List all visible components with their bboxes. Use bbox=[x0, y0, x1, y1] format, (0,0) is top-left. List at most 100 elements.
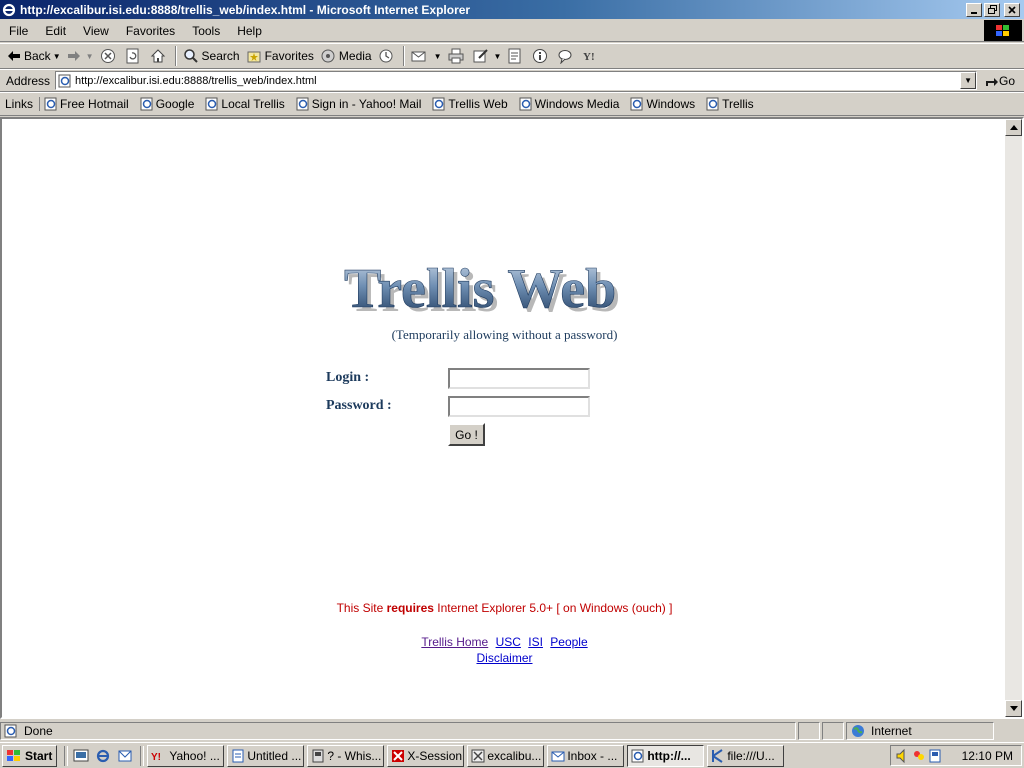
mail-icon bbox=[411, 51, 426, 62]
taskbar-separator bbox=[140, 745, 145, 766]
task-ie-active[interactable]: http://... bbox=[627, 744, 705, 767]
menu-file[interactable]: File bbox=[0, 24, 36, 38]
links-bar: Links Free Hotmail Google Local Trellis … bbox=[0, 92, 1024, 116]
task-x-session[interactable]: X-Session bbox=[387, 744, 465, 767]
show-desktop-icon bbox=[73, 749, 89, 761]
quicklaunch-ie[interactable] bbox=[93, 746, 113, 766]
password-input[interactable] bbox=[448, 396, 590, 417]
task-label: excalibu... bbox=[487, 748, 542, 763]
page-icon bbox=[58, 74, 71, 87]
submit-go-button[interactable]: Go ! bbox=[448, 423, 485, 446]
notepad-icon bbox=[232, 749, 244, 762]
menu-help[interactable]: Help bbox=[228, 24, 270, 38]
task-untitled[interactable]: Untitled ... bbox=[227, 744, 305, 767]
edit-dropdown-icon[interactable]: ▼ bbox=[494, 52, 502, 61]
menu-tools[interactable]: Tools bbox=[183, 24, 228, 38]
stop-icon bbox=[100, 49, 115, 63]
forward-dropdown-icon[interactable]: ▼ bbox=[86, 52, 94, 61]
print-button[interactable] bbox=[445, 45, 470, 67]
address-bar: Address http://excalibur.isi.edu:8888/tr… bbox=[0, 69, 1024, 92]
link-windows[interactable]: Windows bbox=[630, 97, 695, 111]
start-button[interactable]: Start bbox=[2, 744, 58, 767]
requirement-emphasis: requires bbox=[386, 601, 434, 615]
task-excalibur[interactable]: excalibu... bbox=[467, 744, 545, 767]
login-input[interactable] bbox=[448, 368, 590, 389]
research-button[interactable] bbox=[529, 45, 554, 67]
link-free-hotmail[interactable]: Free Hotmail bbox=[44, 97, 129, 111]
quicklaunch-outlook[interactable] bbox=[115, 746, 135, 766]
search-button[interactable]: Search bbox=[180, 45, 243, 67]
mail-dropdown-icon[interactable]: ▼ bbox=[434, 52, 442, 61]
address-dropdown-button[interactable]: ▼ bbox=[960, 72, 977, 89]
requirement-suffix: Internet Explorer 5.0+ [ on Windows (ouc… bbox=[433, 601, 673, 615]
favorites-button[interactable]: Favorites bbox=[243, 45, 317, 67]
address-url[interactable]: http://excalibur.isi.edu:8888/trellis_we… bbox=[75, 75, 960, 87]
task-inbox[interactable]: Inbox - ... bbox=[547, 744, 625, 767]
edit-button[interactable]: ▼ bbox=[470, 45, 505, 67]
refresh-button[interactable] bbox=[122, 45, 147, 67]
back-arrow-icon bbox=[8, 51, 20, 61]
forward-button[interactable]: ▼ bbox=[64, 45, 97, 67]
volume-icon[interactable] bbox=[895, 748, 911, 764]
window-title: http://excalibur.isi.edu:8888/trellis_we… bbox=[20, 2, 471, 17]
page-icon bbox=[205, 97, 218, 111]
discuss-button[interactable] bbox=[504, 45, 529, 67]
mail-button[interactable]: ▼ bbox=[408, 45, 445, 67]
title-bar[interactable]: http://excalibur.isi.edu:8888/trellis_we… bbox=[0, 0, 1024, 19]
link-label: Windows Media bbox=[534, 97, 620, 111]
go-navigate-button[interactable]: Go bbox=[977, 74, 1019, 88]
vertical-scrollbar[interactable] bbox=[1005, 119, 1022, 717]
back-button[interactable]: Back ▼ bbox=[4, 45, 64, 67]
task-file-browser[interactable]: file:///U... bbox=[707, 744, 785, 767]
link-local-trellis[interactable]: Local Trellis bbox=[205, 97, 285, 111]
media-button[interactable]: Media bbox=[317, 45, 375, 67]
go-arrow-icon bbox=[986, 77, 999, 86]
minimize-button[interactable] bbox=[966, 2, 982, 17]
menu-favorites[interactable]: Favorites bbox=[117, 24, 183, 38]
discuss-icon bbox=[508, 48, 521, 64]
clock[interactable]: 12:10 PM bbox=[962, 749, 1013, 763]
scroll-down-button[interactable] bbox=[1005, 700, 1022, 717]
link-google[interactable]: Google bbox=[140, 97, 194, 111]
link-yahoo-mail[interactable]: Sign in - Yahoo! Mail bbox=[296, 97, 422, 111]
trellis-home-link[interactable]: Trellis Home bbox=[421, 635, 488, 649]
messenger-tray-icon[interactable] bbox=[911, 748, 927, 764]
link-label: Sign in - Yahoo! Mail bbox=[311, 97, 422, 111]
application-icon bbox=[312, 749, 324, 762]
back-dropdown-icon[interactable]: ▼ bbox=[53, 52, 61, 61]
favorites-icon bbox=[247, 51, 261, 63]
stop-button[interactable] bbox=[97, 45, 122, 67]
history-button[interactable] bbox=[375, 45, 400, 67]
task-yahoo[interactable]: Y! Yahoo! ... bbox=[147, 744, 225, 767]
usc-link[interactable]: USC bbox=[496, 635, 521, 649]
link-windows-media[interactable]: Windows Media bbox=[519, 97, 620, 111]
status-text-panel: Done bbox=[0, 722, 796, 740]
menu-view[interactable]: View bbox=[74, 24, 117, 38]
address-input[interactable]: http://excalibur.isi.edu:8888/trellis_we… bbox=[55, 71, 978, 90]
restore-button[interactable] bbox=[984, 2, 1000, 17]
taskbar-separator bbox=[64, 745, 69, 766]
scroll-up-button[interactable] bbox=[1005, 119, 1022, 136]
link-trellis-web[interactable]: Trellis Web bbox=[432, 97, 508, 111]
messenger-button[interactable] bbox=[554, 45, 579, 67]
media-label: Media bbox=[338, 49, 372, 63]
menu-edit[interactable]: Edit bbox=[36, 24, 74, 38]
trellis-web-logo: Trellis Web Trellis Web bbox=[344, 258, 621, 324]
browser-requirement: This Site requires Internet Explorer 5.0… bbox=[2, 601, 1007, 615]
close-icon bbox=[1008, 5, 1016, 14]
task-label: file:///U... bbox=[727, 748, 775, 763]
isi-link[interactable]: ISI bbox=[528, 635, 543, 649]
refresh-icon bbox=[126, 48, 139, 64]
network-tray-icon[interactable] bbox=[927, 748, 943, 764]
standard-toolbar: Back ▼ ▼ Search Favorites Media ▼ ▼ Y! bbox=[0, 43, 1024, 69]
quicklaunch-desktop[interactable] bbox=[71, 746, 91, 766]
people-link[interactable]: People bbox=[550, 635, 587, 649]
requirement-prefix: This Site bbox=[336, 601, 387, 615]
task-whisper[interactable]: ? - Whis... bbox=[307, 744, 385, 767]
yahoo-button[interactable]: Y! bbox=[579, 45, 604, 67]
home-button[interactable] bbox=[147, 45, 172, 67]
link-trellis[interactable]: Trellis bbox=[706, 97, 754, 111]
address-label: Address bbox=[6, 73, 51, 88]
close-button[interactable] bbox=[1004, 2, 1020, 17]
disclaimer-link[interactable]: Disclaimer bbox=[476, 651, 532, 665]
